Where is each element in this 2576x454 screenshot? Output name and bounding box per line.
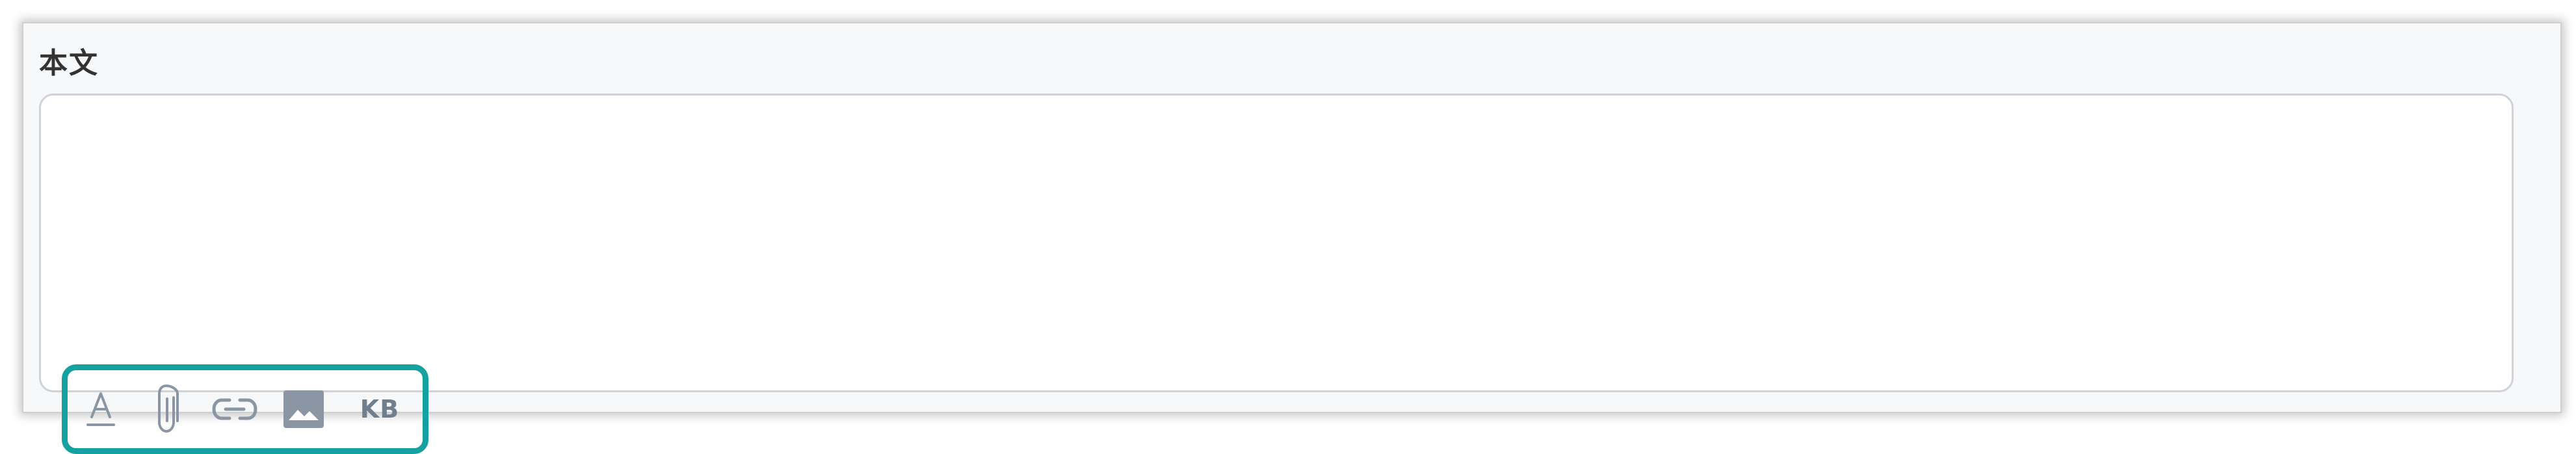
link-button[interactable]	[205, 370, 264, 448]
body-editor[interactable]: KB	[39, 94, 2514, 454]
text-format-icon	[86, 392, 115, 426]
editor-toolbar: KB	[62, 364, 428, 454]
body-field-panel: 本文 KB	[22, 22, 2562, 454]
kb-icon: KB	[360, 395, 400, 423]
text-format-button[interactable]	[77, 370, 125, 448]
image-button[interactable]	[274, 370, 333, 448]
body-editor-content[interactable]	[54, 106, 2499, 275]
kb-button[interactable]: KB	[347, 370, 412, 448]
image-icon	[283, 390, 324, 428]
attachment-icon	[158, 384, 179, 433]
link-icon	[212, 398, 257, 420]
body-field-label: 本文	[39, 47, 99, 80]
attachment-button[interactable]	[144, 370, 192, 448]
